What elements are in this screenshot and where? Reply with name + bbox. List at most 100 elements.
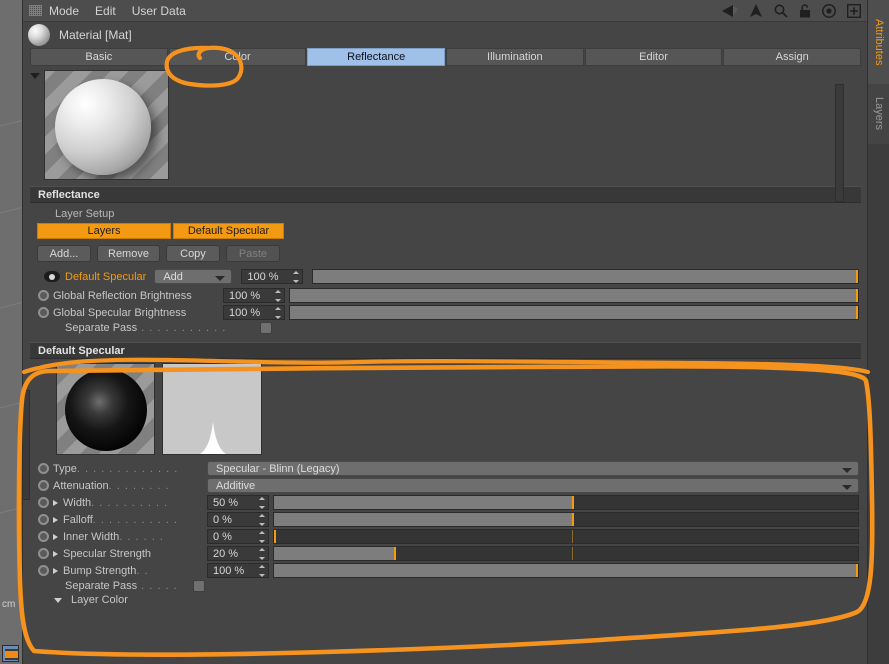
preview-collapse-arrow-icon[interactable] (30, 70, 44, 186)
global-reflection-brightness-slider[interactable] (289, 288, 859, 303)
bump-strength-field[interactable]: 100 % (207, 563, 269, 578)
expand-arrow-icon[interactable] (53, 516, 58, 523)
animate-radio-icon[interactable] (38, 531, 49, 542)
global-specular-brightness-slider[interactable] (289, 305, 859, 320)
falloff-curve-graph (199, 422, 227, 454)
animate-radio-icon[interactable] (38, 565, 49, 576)
collapse-arrow-icon[interactable] (54, 597, 62, 603)
layer-name: Default Specular (65, 270, 147, 283)
target-icon[interactable] (822, 4, 836, 18)
tab-assign[interactable]: Assign (723, 48, 862, 66)
default-specular-body: Type . . . . . . . . . . . . . Specular … (23, 359, 867, 607)
specular-strength-slider[interactable] (273, 546, 859, 561)
layer-setup-label: Layer Setup (55, 208, 115, 220)
tab-basic[interactable]: Basic (30, 48, 168, 66)
specular-strength-field[interactable]: 20 % (207, 546, 269, 561)
viewport-strip[interactable] (0, 0, 22, 664)
label-dots: . . . . . . . . . . . (92, 513, 178, 526)
menu-item-mode[interactable]: Mode (49, 4, 79, 18)
expand-arrow-icon[interactable] (53, 499, 58, 506)
spinner-icon[interactable] (258, 514, 265, 526)
remove-button[interactable]: Remove (97, 245, 160, 262)
separate-pass-checkbox-2[interactable] (193, 580, 206, 592)
label-dots: . . . . . . . . . . . . . (76, 462, 179, 475)
width-value: 50 % (213, 496, 239, 509)
spinner-icon[interactable] (274, 307, 281, 319)
falloff-label: Falloff (63, 513, 93, 526)
inner-width-slider[interactable] (273, 529, 859, 544)
expand-arrow-icon[interactable] (53, 550, 58, 557)
copy-button[interactable]: Copy (165, 245, 220, 262)
paste-button[interactable]: Paste (225, 245, 280, 262)
expand-arrow-icon[interactable] (53, 567, 58, 574)
spinner-icon[interactable] (258, 531, 265, 543)
width-field[interactable]: 50 % (207, 495, 269, 510)
material-preview-thumbnail[interactable] (44, 70, 169, 180)
falloff-slider[interactable] (273, 512, 859, 527)
separate-pass-checkbox[interactable] (260, 322, 273, 334)
specular-sphere-preview[interactable] (56, 363, 155, 455)
layer-opacity-slider[interactable] (312, 269, 859, 284)
layer-opacity-field[interactable]: 100 % (241, 269, 304, 284)
bump-strength-slider[interactable] (273, 563, 859, 578)
animate-radio-icon[interactable] (38, 307, 49, 318)
side-tab-layers[interactable]: Layers (868, 84, 889, 144)
spinner-icon[interactable] (274, 290, 281, 302)
app-root: cm Mode Edit User Data Material [Mat] Ba… (0, 0, 889, 664)
spinner-icon[interactable] (258, 548, 265, 560)
label-dots: . . . . . . . . . . . (141, 322, 227, 334)
tab-illumination[interactable]: Illumination (446, 48, 584, 66)
side-tab-strip: Attributes Layers (867, 0, 889, 664)
width-label-cell: Width . . . . . . . . . . (53, 497, 203, 509)
layer-action-buttons: Add... Remove Copy Paste (30, 239, 861, 267)
add-box-icon[interactable] (847, 4, 861, 18)
left-scrollbar-thumb[interactable] (22, 390, 30, 500)
default-specular-collapse-arrow-icon[interactable] (37, 363, 49, 455)
spinner-icon[interactable] (292, 271, 299, 283)
falloff-field[interactable]: 0 % (207, 512, 269, 527)
segment-default-specular[interactable]: Default Specular (173, 223, 284, 239)
back-arrow-icon[interactable] (722, 5, 739, 17)
animate-radio-icon[interactable] (38, 497, 49, 508)
animate-radio-icon[interactable] (38, 548, 49, 559)
falloff-curve-preview[interactable] (162, 363, 262, 455)
grip-dots-icon[interactable] (29, 5, 42, 16)
menu-bar: Mode Edit User Data (23, 0, 867, 22)
type-dropdown[interactable]: Specular - Blinn (Legacy) (207, 461, 859, 476)
chevron-down-icon (215, 276, 226, 281)
attenuation-dropdown[interactable]: Additive (207, 478, 859, 493)
viewport-grid-line (0, 285, 22, 316)
tab-reflectance[interactable]: Reflectance (307, 48, 446, 66)
side-tab-attributes[interactable]: Attributes (868, 0, 889, 84)
layer-blend-mode-dropdown[interactable]: Add (154, 269, 233, 284)
segment-layers[interactable]: Layers (37, 223, 171, 239)
up-arrow-icon[interactable] (750, 4, 763, 18)
spinner-icon[interactable] (258, 497, 265, 509)
lock-icon[interactable] (799, 4, 811, 18)
global-specular-brightness-field[interactable]: 100 % (223, 305, 285, 320)
tab-editor[interactable]: Editor (584, 48, 723, 66)
label-dots: . . . . . . (119, 530, 164, 543)
menu-item-edit[interactable]: Edit (95, 4, 116, 18)
layer-list-item[interactable]: Default Specular Add 100 % (30, 267, 861, 287)
global-reflection-brightness-field[interactable]: 100 % (223, 288, 285, 303)
animate-radio-icon[interactable] (38, 290, 49, 301)
type-value: Specular - Blinn (Legacy) (216, 462, 340, 475)
inner-width-field[interactable]: 0 % (207, 529, 269, 544)
animate-radio-icon[interactable] (38, 480, 49, 491)
layer-setup-segments: Layers Default Specular (30, 223, 861, 239)
search-icon[interactable] (774, 4, 788, 18)
row-layer-color[interactable]: Layer Color (30, 593, 861, 607)
spinner-icon[interactable] (258, 565, 265, 577)
expand-arrow-icon[interactable] (53, 533, 58, 540)
panel-scrollbar-thumb[interactable] (835, 84, 844, 202)
row-attenuation: Attenuation . . . . . . . . Additive (30, 477, 861, 494)
animate-radio-icon[interactable] (38, 463, 49, 474)
width-slider[interactable] (273, 495, 859, 510)
animate-radio-icon[interactable] (38, 514, 49, 525)
tab-color[interactable]: Color (168, 48, 307, 66)
material-swatch-icon[interactable] (2, 645, 19, 662)
add-button[interactable]: Add... (37, 245, 91, 262)
menu-item-user-data[interactable]: User Data (132, 4, 186, 18)
eye-icon[interactable] (44, 271, 60, 282)
